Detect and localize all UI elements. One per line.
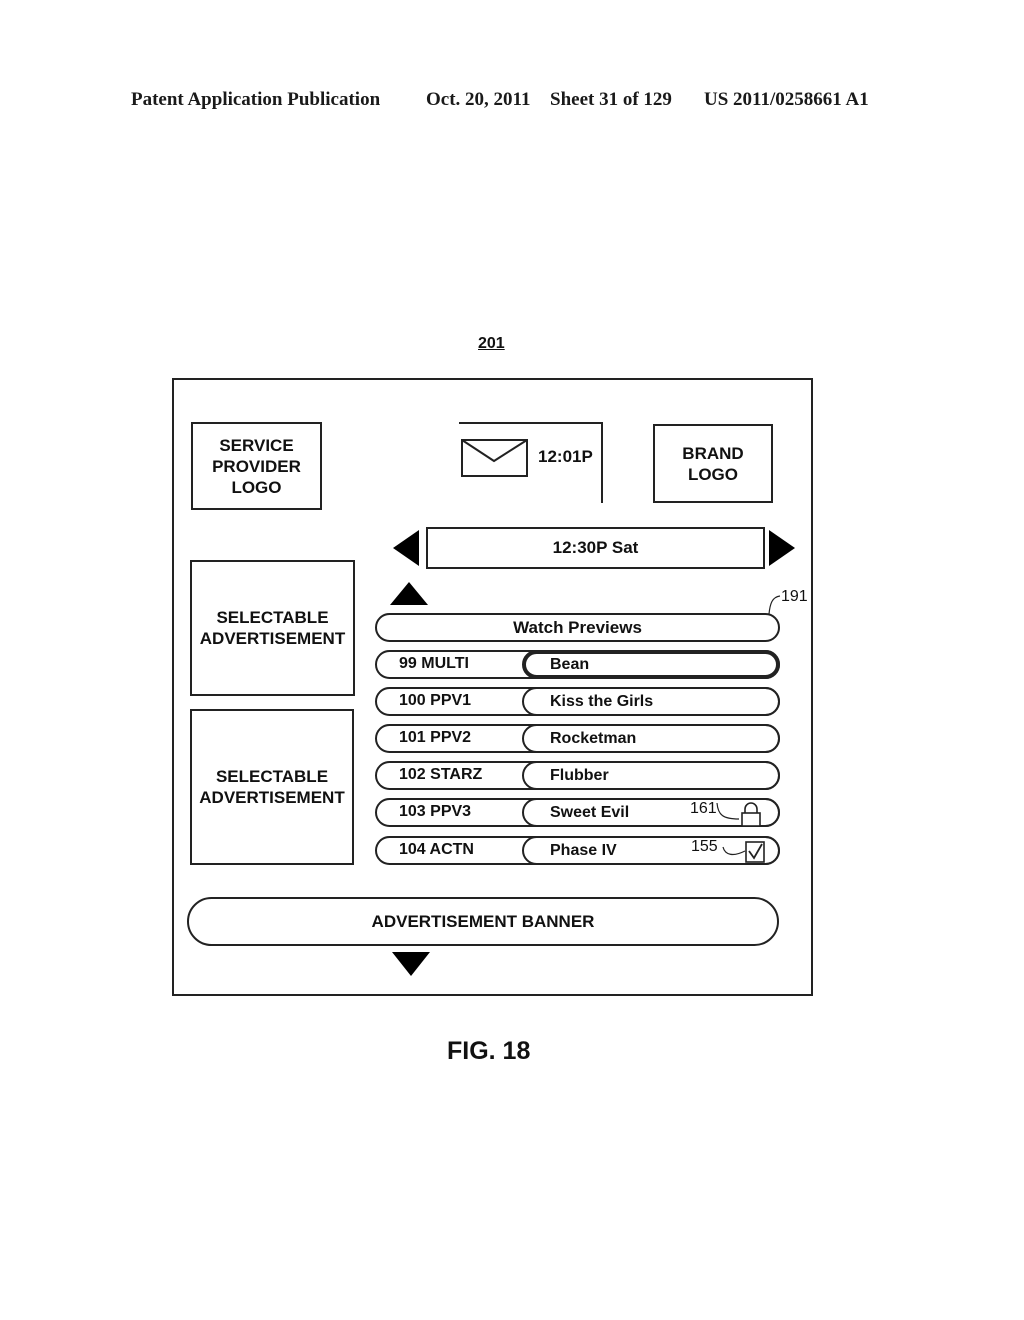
triangle-up-icon[interactable] (390, 582, 428, 605)
selectable-advertisement[interactable]: SELECTABLE ADVERTISEMENT (190, 560, 355, 696)
triangle-right-icon[interactable] (769, 530, 795, 566)
checkbox-checked-icon[interactable] (721, 839, 767, 865)
program-title: Phase IV (550, 842, 617, 859)
figure-reference: 201 (478, 335, 505, 352)
selectable-advertisement[interactable]: SELECTABLE ADVERTISEMENT (190, 709, 354, 865)
triangle-left-icon[interactable] (393, 530, 419, 566)
service-provider-logo: SERVICE PROVIDER LOGO (191, 422, 322, 510)
figure-caption: FIG. 18 (447, 1037, 531, 1065)
sheet-number: Sheet 31 of 129 (550, 89, 672, 110)
program-cell-selected[interactable]: Bean (522, 650, 780, 679)
channel-label: 102 STARZ (399, 766, 483, 783)
logo-line: PROVIDER (212, 456, 301, 476)
envelope-icon[interactable] (461, 439, 528, 477)
logo-line: LOGO (687, 464, 739, 484)
reference-number: 155 (691, 838, 718, 855)
program-title: Sweet Evil (550, 804, 630, 821)
listing-row[interactable]: 101 PPV2 Rocketman (375, 724, 780, 753)
listing-row[interactable]: 99 MULTI Bean (375, 650, 780, 679)
program-cell[interactable]: Kiss the Girls (522, 687, 780, 716)
listing-row[interactable]: 100 PPV1 Kiss the Girls (375, 687, 780, 716)
time-slot-bar: 12:30P Sat (426, 527, 765, 569)
ad-line: ADVERTISEMENT (199, 788, 345, 807)
channel-label: 101 PPV2 (399, 729, 472, 746)
clock-time: 12:01P (538, 447, 593, 466)
channel-label: 103 PPV3 (399, 803, 472, 820)
lock-icon (716, 802, 761, 827)
triangle-down-icon[interactable] (392, 952, 430, 976)
logo-line: SERVICE (219, 435, 294, 455)
channel-label: 100 PPV1 (399, 692, 472, 709)
program-cell[interactable]: Rocketman (522, 724, 780, 753)
logo-line: BRAND (682, 443, 744, 463)
ad-line: ADVERTISEMENT (199, 629, 346, 648)
listing-row[interactable]: 102 STARZ Flubber (375, 761, 780, 790)
ad-line: SELECTABLE (215, 767, 329, 786)
publication-date: Oct. 20, 2011 (426, 89, 531, 110)
program-cell[interactable]: Flubber (522, 761, 780, 790)
patent-number: US 2011/0258661 A1 (704, 89, 869, 110)
advertisement-banner[interactable]: ADVERTISEMENT BANNER (187, 897, 779, 946)
watch-previews-button[interactable]: Watch Previews (375, 613, 780, 642)
listing-row[interactable]: 103 PPV3 Sweet Evil 161 (375, 798, 780, 827)
ad-line: SELECTABLE (216, 608, 329, 627)
reference-number: 191 (781, 588, 808, 605)
brand-logo: BRAND LOGO (653, 424, 773, 503)
logo-line: LOGO (231, 477, 282, 497)
channel-label: 99 MULTI (399, 655, 469, 672)
listing-row[interactable]: 104 ACTN Phase IV 155 (375, 836, 780, 865)
reference-number: 161 (690, 800, 717, 817)
channel-label: 104 ACTN (399, 841, 474, 858)
publication-title: Patent Application Publication (131, 89, 381, 110)
